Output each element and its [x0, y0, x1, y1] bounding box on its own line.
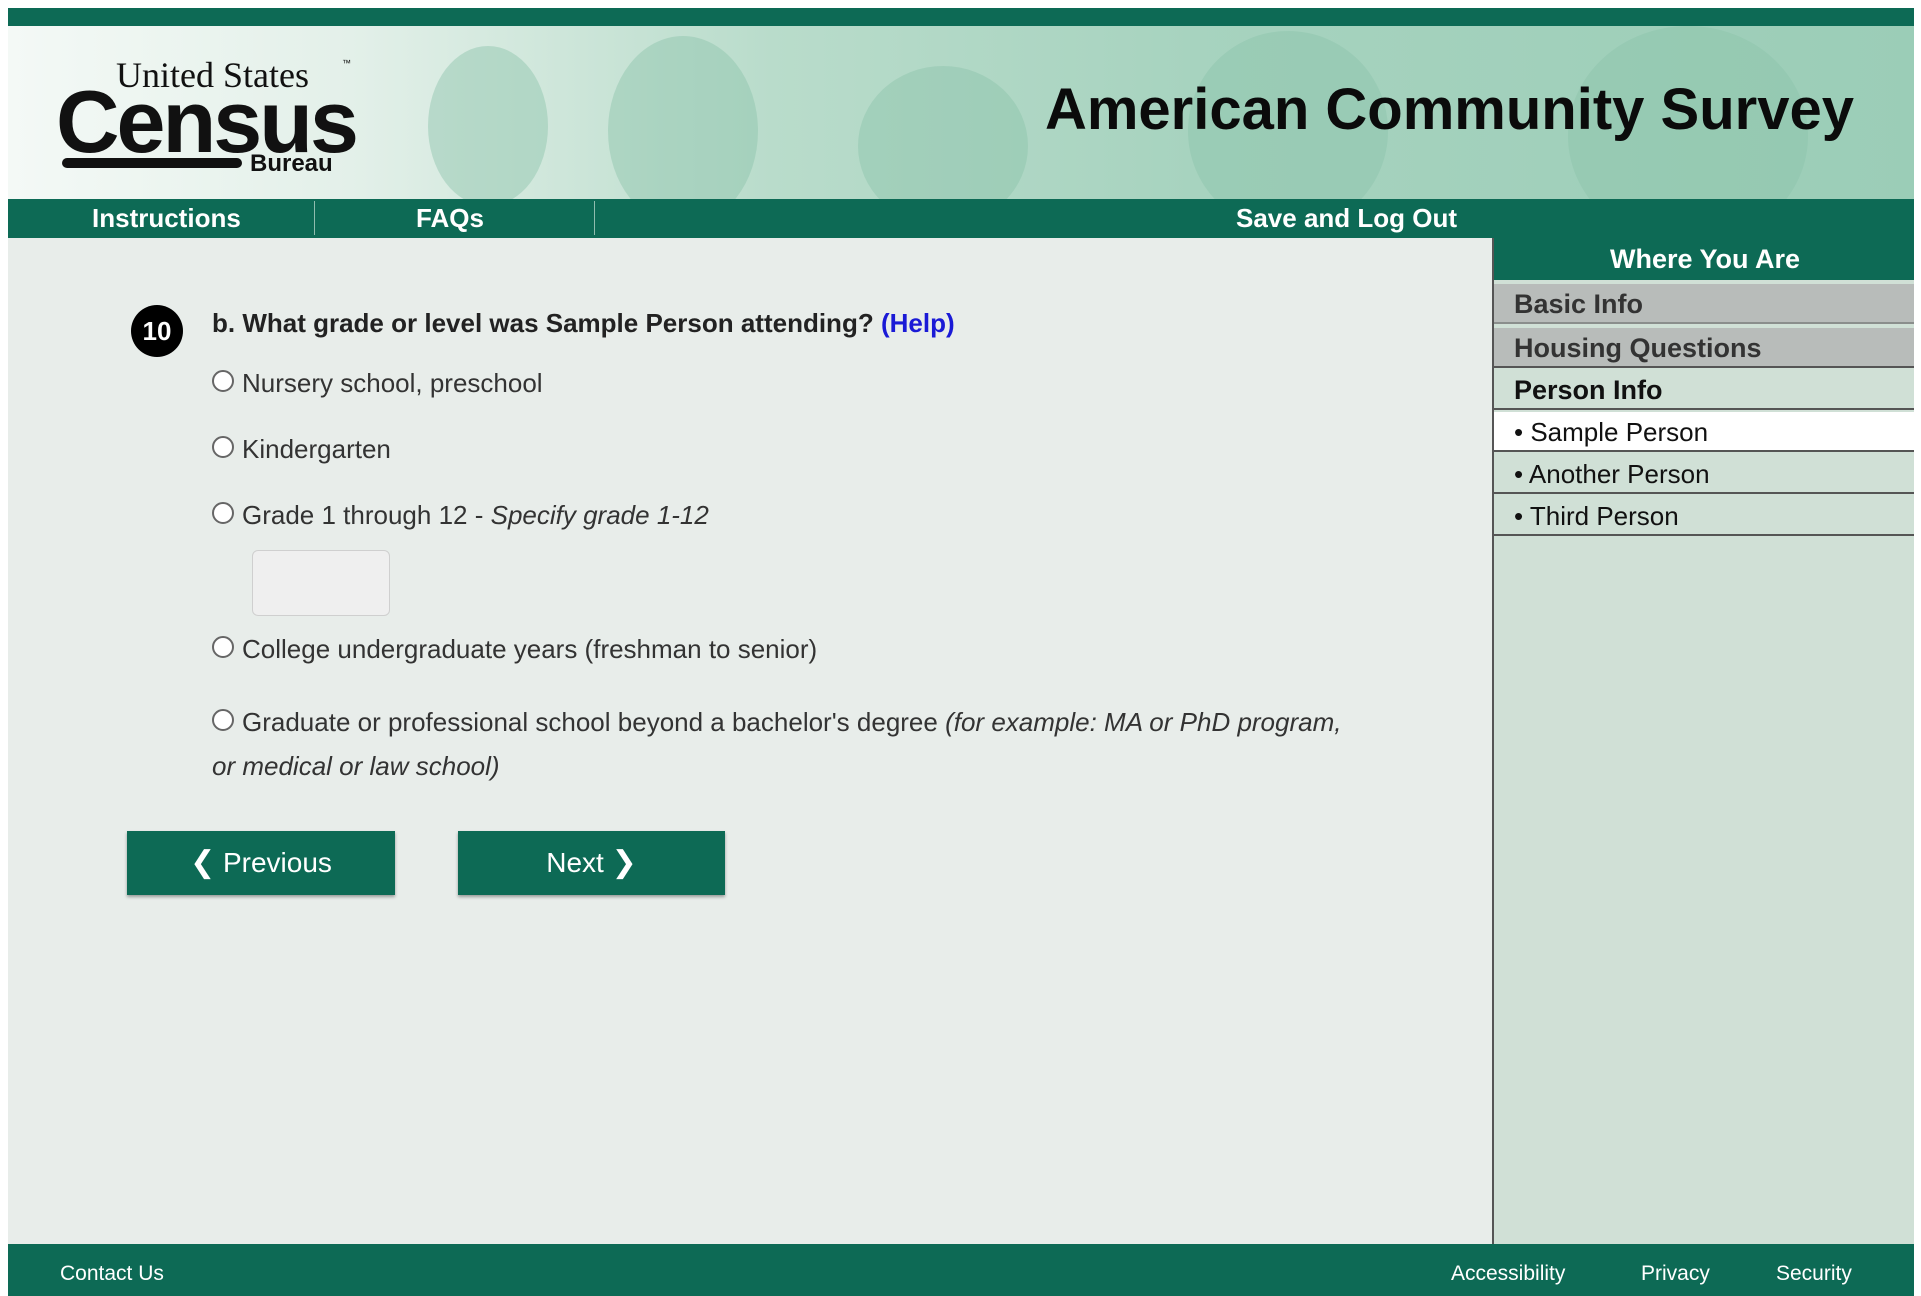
radio-kindergarten[interactable]: [212, 436, 234, 459]
footer: Contact Us Accessibility Privacy Securit…: [8, 1244, 1914, 1296]
radio-graduate[interactable]: [212, 709, 234, 732]
sidebar-section-person-info[interactable]: Person Info: [1494, 370, 1914, 410]
question-heading: b. What grade or level was Sample Person…: [212, 308, 955, 339]
top-stripe: [8, 8, 1914, 26]
option-label: Grade 1 through 12 -: [242, 500, 491, 530]
radio-college[interactable]: [212, 636, 234, 659]
option-label: Nursery school, preschool: [242, 368, 543, 398]
chevron-left-icon: ❮: [190, 846, 216, 879]
sidebar-item-sample-person[interactable]: • Sample Person: [1494, 412, 1914, 452]
option-label: College undergraduate years (freshman to…: [242, 634, 818, 664]
option-college[interactable]: College undergraduate years (freshman to…: [212, 634, 817, 665]
privacy-link[interactable]: Privacy: [1641, 1262, 1710, 1286]
option-nursery[interactable]: Nursery school, preschool: [212, 368, 543, 399]
radio-grade-1-12[interactable]: [212, 502, 234, 525]
contact-us-link[interactable]: Contact Us: [60, 1262, 164, 1286]
next-button[interactable]: Next ❯: [458, 831, 725, 895]
next-label: Next: [546, 847, 604, 878]
sidebar-section-basic-info[interactable]: Basic Info: [1494, 284, 1914, 324]
header-banner: United States ™ Census Bureau American C…: [8, 26, 1914, 199]
chevron-right-icon: ❯: [611, 846, 637, 879]
save-logout-link[interactable]: Save and Log Out: [1236, 199, 1457, 238]
sidebar-item-another-person[interactable]: • Another Person: [1494, 454, 1914, 494]
nav-faqs-link[interactable]: FAQs: [416, 199, 484, 238]
security-link[interactable]: Security: [1776, 1262, 1852, 1286]
nav-divider: [594, 201, 595, 235]
help-link[interactable]: (Help): [881, 308, 955, 338]
question-number-badge: 10: [131, 305, 183, 357]
logo-trademark: ™: [342, 58, 351, 68]
sidebar-section-housing[interactable]: Housing Questions: [1494, 328, 1914, 368]
nav-instructions-link[interactable]: Instructions: [92, 199, 241, 238]
radio-nursery[interactable]: [212, 370, 234, 393]
option-note: Specify grade 1-12: [490, 500, 709, 530]
logo-sub: Bureau: [250, 150, 333, 177]
crowd-photo-shape: [608, 36, 758, 199]
census-bureau-logo: United States ™ Census Bureau: [56, 48, 359, 178]
grade-input[interactable]: [252, 550, 390, 616]
sidebar-item-third-person[interactable]: • Third Person: [1494, 496, 1914, 536]
logo-underline: [62, 158, 242, 168]
option-kindergarten[interactable]: Kindergarten: [212, 434, 391, 465]
crowd-photo-shape: [858, 66, 1028, 199]
option-grade-1-12[interactable]: Grade 1 through 12 - Specify grade 1-12: [212, 500, 709, 531]
sidebar-title: Where You Are: [1494, 238, 1914, 280]
previous-button[interactable]: ❮ Previous: [127, 831, 395, 895]
accessibility-link[interactable]: Accessibility: [1451, 1262, 1565, 1286]
top-nav: Instructions FAQs Save and Log Out: [8, 199, 1914, 238]
option-label: Kindergarten: [242, 434, 391, 464]
question-text: b. What grade or level was Sample Person…: [212, 308, 874, 338]
app-title: American Community Survey: [1044, 77, 1854, 142]
crowd-photo-shape: [428, 46, 548, 199]
previous-label: Previous: [222, 847, 332, 878]
option-label: Graduate or professional school beyond a…: [242, 707, 946, 737]
nav-divider: [314, 201, 315, 235]
where-you-are-panel: Where You Are Basic Info Housing Questio…: [1492, 238, 1914, 1244]
page-frame: United States ™ Census Bureau American C…: [8, 8, 1914, 1296]
option-graduate[interactable]: Graduate or professional school beyond a…: [212, 700, 1342, 788]
